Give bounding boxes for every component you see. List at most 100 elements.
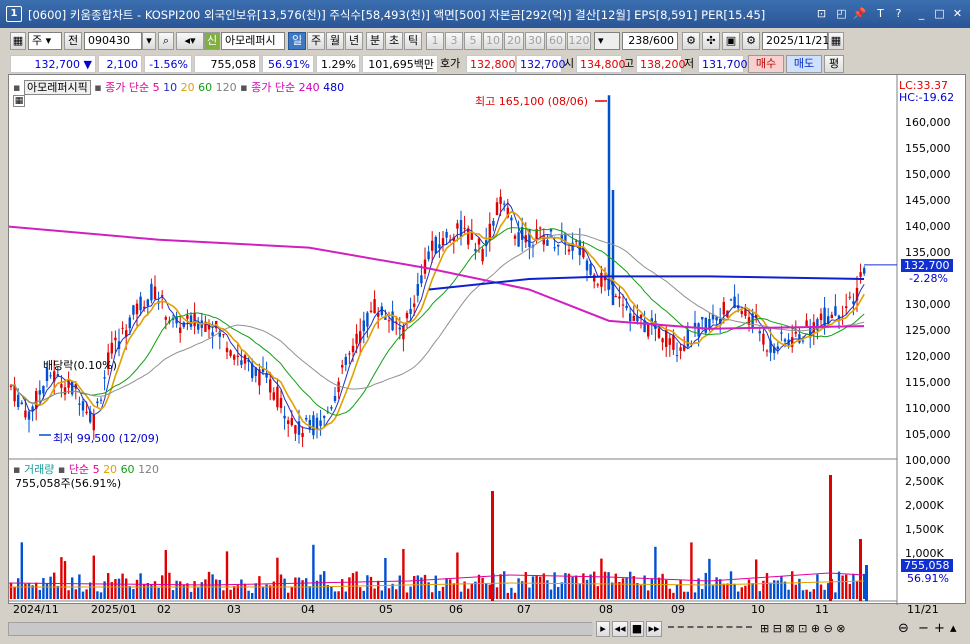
scroll-track[interactable] <box>8 622 593 636</box>
crosshair-icon[interactable]: ✣ <box>702 32 720 50</box>
x-tick: 04 <box>301 603 315 616</box>
volume-bar <box>107 573 110 599</box>
tab-day[interactable]: 일 <box>288 32 306 50</box>
candle-body <box>740 311 743 314</box>
buy-button[interactable]: 매수 <box>748 55 784 73</box>
price-chart[interactable] <box>9 75 967 605</box>
volume-bar <box>643 575 646 599</box>
minute-5[interactable]: 5 <box>464 32 482 50</box>
candle-body <box>675 355 679 357</box>
volume-bar <box>578 584 581 599</box>
high-label: 고 <box>624 57 635 70</box>
zoom-out-icon[interactable]: ⊖ <box>898 621 909 636</box>
volume-bar <box>657 577 661 599</box>
minute-3[interactable]: 3 <box>445 32 463 50</box>
candle-body <box>236 355 239 357</box>
minute-60[interactable]: 60 <box>546 32 566 50</box>
y-tick: 125,000 <box>905 324 951 337</box>
candle-body <box>539 227 542 229</box>
volume-bar <box>690 542 693 599</box>
volume-bar <box>467 588 470 599</box>
grid-icon[interactable]: ▦ <box>10 32 26 50</box>
volume-bar <box>218 579 221 599</box>
y-tick: 150,000 <box>905 168 951 181</box>
tab-second[interactable]: 초 <box>385 32 403 50</box>
sell-button[interactable]: 매도 <box>786 55 822 73</box>
volume-bar <box>693 592 697 599</box>
calendar-icon[interactable]: ▦ <box>828 32 844 50</box>
tab-tick[interactable]: 틱 <box>404 32 422 50</box>
candle-body <box>146 299 149 306</box>
font-icon[interactable]: T <box>873 6 888 21</box>
custom-period-select[interactable]: ▾ <box>594 32 620 50</box>
tab-year[interactable]: 년 <box>345 32 363 50</box>
minute-1[interactable]: 1 <box>426 32 444 50</box>
speaker-icon[interactable]: ◂▾ <box>176 32 204 50</box>
candle-body <box>290 418 293 426</box>
save-icon[interactable]: ▣ <box>722 32 740 50</box>
gear-icon[interactable]: ⚙ <box>742 32 760 50</box>
minimize-icon[interactable]: _ <box>914 6 929 21</box>
y-tick: 145,000 <box>905 194 951 207</box>
tab-minute[interactable]: 분 <box>366 32 384 50</box>
volume-bar <box>819 584 823 599</box>
minute-10[interactable]: 10 <box>483 32 503 50</box>
toolbar-icons[interactable]: ⊞ ⊟ ⊠ ⊡ ⊕ ⊖ ⊗ <box>760 622 846 635</box>
low-value: 131,700 <box>698 55 748 73</box>
chevron-down-icon[interactable]: ▾ <box>142 32 156 50</box>
tab-week[interactable]: 주 <box>307 32 325 50</box>
prev-button[interactable]: 전 <box>64 32 82 50</box>
candle-body <box>492 220 495 226</box>
link-icon[interactable]: ⊡ <box>814 6 829 21</box>
volume-bar <box>607 572 610 599</box>
zoom-slider[interactable] <box>668 626 752 632</box>
chart-panel[interactable]: ▪ 아모레퍼시픽 ▪ 종가 단순 5 10 20 60 120 ▪ 종가 단순 … <box>8 74 967 616</box>
expand-icon[interactable]: ▴ <box>950 621 957 636</box>
count-input[interactable]: 238/600 <box>622 32 678 50</box>
tab-month[interactable]: 월 <box>326 32 344 50</box>
volume-bar <box>186 583 189 599</box>
quote-row: 132,700 ▼ 2,100 -1.56% 755,058 56.91% 1.… <box>4 53 966 75</box>
scroll-thumb[interactable] <box>9 623 593 635</box>
help-icon[interactable]: ? <box>891 6 906 21</box>
volume-bar <box>737 591 740 599</box>
candle-body <box>679 347 682 351</box>
first-icon[interactable]: ◂◂ <box>612 621 628 637</box>
plus-icon[interactable]: + <box>934 621 945 636</box>
date-input[interactable]: 2025/11/21 <box>762 32 829 50</box>
candle-body <box>337 381 340 393</box>
volume-bar <box>535 575 538 599</box>
minute-30[interactable]: 30 <box>525 32 545 50</box>
scroll-right-icon[interactable]: ▸ <box>596 621 610 637</box>
code-input[interactable]: 090430 <box>84 32 142 50</box>
x-tick: 08 <box>599 603 613 616</box>
last-icon[interactable]: ▸▸ <box>646 621 662 637</box>
candle-body <box>765 350 769 352</box>
stop-icon[interactable]: ■ <box>630 621 644 637</box>
volume-bar <box>837 571 841 599</box>
search-icon[interactable]: ⌕ <box>158 32 174 50</box>
vol-ratio: 56.91% <box>262 55 314 73</box>
volume-bar <box>441 586 445 599</box>
maximize-icon[interactable]: □ <box>932 6 947 21</box>
volume-bar <box>629 571 632 599</box>
volume-bar <box>661 573 664 599</box>
minute-20[interactable]: 20 <box>504 32 524 50</box>
legend-ma-prefix: 종가 단순 <box>105 81 150 94</box>
restore-icon[interactable]: ◰ <box>834 6 849 21</box>
period-select[interactable]: 주 ▾ <box>28 32 62 50</box>
x-tick: 06 <box>449 603 463 616</box>
indicator-icon[interactable]: ⚙ <box>682 32 700 50</box>
candle-body <box>463 227 466 229</box>
ma480-line <box>428 275 865 291</box>
candle-body <box>661 338 664 343</box>
eval-button[interactable]: 평 <box>824 55 844 73</box>
minus-icon[interactable]: − <box>918 621 929 636</box>
table-icon[interactable]: ▦ <box>13 95 25 107</box>
pin-icon[interactable]: 📌 <box>852 6 867 21</box>
volume-bar <box>132 588 135 599</box>
y-tick: 135,000 <box>905 246 951 259</box>
close-icon[interactable]: ✕ <box>950 6 965 21</box>
candle-body <box>315 417 319 430</box>
minute-120[interactable]: 120 <box>567 32 591 50</box>
